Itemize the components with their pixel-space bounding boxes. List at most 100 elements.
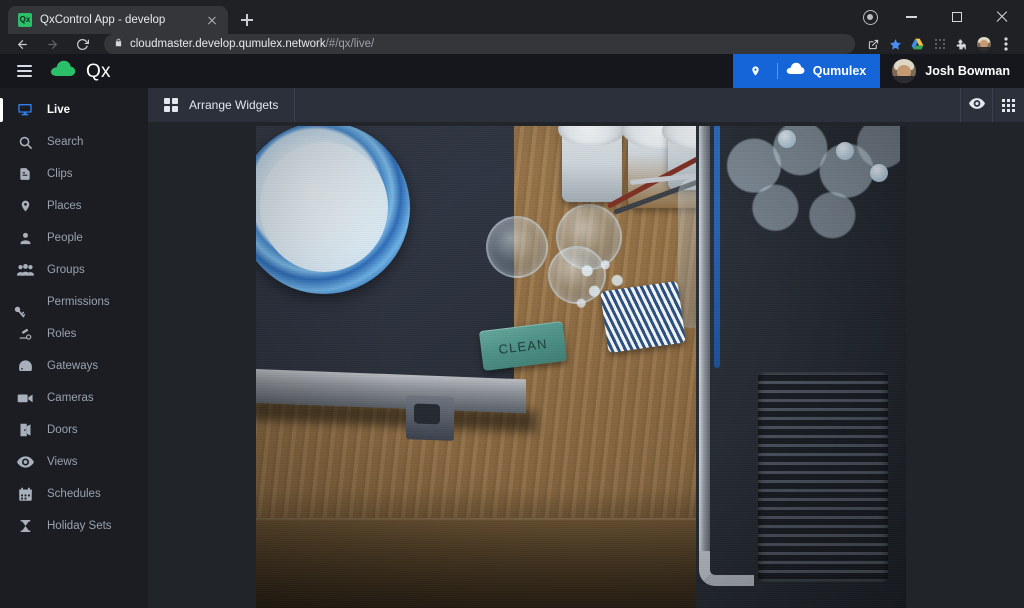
sidebar-item-places[interactable]: Places (0, 190, 148, 222)
forward-arrow-icon[interactable] (38, 34, 66, 54)
brand[interactable]: Qx (50, 60, 111, 82)
lock-icon (114, 35, 123, 53)
hamburger-menu-icon[interactable] (6, 54, 42, 88)
tab-title: QxControl App - develop (40, 14, 166, 26)
clip-file-icon (16, 166, 34, 182)
sidebar-item-gateways[interactable]: Gateways (0, 350, 148, 382)
sidebar-item-views[interactable]: Views (0, 446, 148, 478)
sidebar-item-search[interactable]: Search (0, 126, 148, 158)
app-header: Qx Qumulex Josh Bowman (0, 54, 1024, 88)
place-pin-icon (16, 198, 34, 214)
sidebar-item-label: Search (47, 136, 84, 148)
gateway-icon (16, 360, 34, 372)
groups-icon (16, 263, 34, 277)
hourglass-icon (16, 518, 34, 534)
sidebar-item-label: Live (47, 104, 71, 116)
sidebar-item-label: Views (47, 456, 78, 468)
omnibox-actions (863, 34, 1016, 54)
site-name: Qumulex (812, 64, 867, 78)
cloud-logo-icon (50, 60, 76, 82)
video-scanlines (256, 126, 906, 608)
door-icon (16, 422, 34, 438)
arrange-widgets-button[interactable]: Arrange Widgets (148, 88, 296, 122)
user-name: Josh Bowman (925, 64, 1010, 78)
sidebar-item-label: People (47, 232, 83, 244)
eye-icon (968, 96, 985, 114)
sidebar-item-live[interactable]: Live (0, 94, 148, 126)
grid-2x2-icon (164, 98, 178, 112)
widget-toolbar: Arrange Widgets (148, 88, 1024, 122)
window-controls (857, 0, 1024, 34)
reload-icon[interactable] (68, 34, 96, 54)
sidebar-item-groups[interactable]: Groups (0, 254, 148, 286)
app-body: Live Search Clips Places People Groups P… (0, 88, 1024, 608)
sidebar-item-doors[interactable]: Doors (0, 414, 148, 446)
profile-avatar-icon[interactable] (973, 34, 994, 54)
google-drive-icon[interactable] (907, 34, 928, 54)
calendar-icon (16, 487, 34, 502)
sidebar-item-label: Groups (47, 264, 85, 276)
tab-close-icon[interactable] (204, 12, 220, 28)
profile-circle-icon[interactable] (857, 4, 883, 30)
dotted-square-icon[interactable] (929, 34, 950, 54)
app-header-right: Qumulex Josh Bowman (732, 54, 1024, 88)
brand-text: Qx (86, 60, 111, 82)
browser-window: Qx QxControl App - develop cloudmaster.d… (0, 0, 1024, 608)
cloud-icon (786, 62, 805, 80)
tab-favicon-icon: Qx (18, 13, 32, 27)
tab-strip: Qx QxControl App - develop (0, 0, 1024, 34)
maximize-button[interactable] (934, 0, 979, 34)
divider (776, 63, 778, 79)
video-frame: CLEAN (256, 126, 906, 608)
site-selector[interactable]: Qumulex (732, 54, 881, 88)
roles-stamp-icon (16, 326, 34, 342)
sidebar: Live Search Clips Places People Groups P… (0, 88, 148, 608)
back-arrow-icon[interactable] (8, 34, 36, 54)
sidebar-item-label: Permissions (47, 296, 110, 308)
arrange-widgets-label: Arrange Widgets (189, 98, 279, 112)
share-popout-icon[interactable] (863, 34, 884, 54)
sidebar-item-label: Gateways (47, 360, 99, 372)
kebab-menu-icon[interactable] (995, 34, 1016, 54)
sidebar-item-people[interactable]: People (0, 222, 148, 254)
address-bar-row: cloudmaster.develop.qumulex.network/#/qx… (0, 34, 1024, 54)
location-pin-icon (743, 64, 769, 78)
search-icon (16, 135, 34, 150)
avatar (892, 59, 917, 83)
layout-grid-button[interactable] (992, 88, 1024, 122)
person-icon (16, 231, 34, 246)
preview-toggle-button[interactable] (960, 88, 992, 122)
url-text: cloudmaster.develop.qumulex.network/#/qx… (130, 38, 375, 50)
camera-icon (16, 392, 34, 404)
sidebar-item-permissions[interactable]: Permissions (0, 286, 148, 318)
key-icon (14, 294, 34, 318)
browser-tab[interactable]: Qx QxControl App - develop (8, 6, 228, 34)
sidebar-item-label: Holiday Sets (47, 520, 112, 532)
live-video-widget[interactable]: CLEAN (256, 126, 906, 608)
eye-icon (16, 456, 34, 468)
sidebar-item-holiday-sets[interactable]: Holiday Sets (0, 510, 148, 542)
url-input[interactable]: cloudmaster.develop.qumulex.network/#/qx… (104, 34, 855, 54)
bookmark-star-icon[interactable] (885, 34, 906, 54)
new-tab-button[interactable] (234, 7, 260, 33)
close-window-button[interactable] (979, 0, 1024, 34)
qx-application: Qx Qumulex Josh Bowman Live Search Clips… (0, 54, 1024, 608)
sidebar-item-label: Places (47, 200, 82, 212)
sidebar-item-clips[interactable]: Clips (0, 158, 148, 190)
grid-3x3-icon (1002, 98, 1015, 112)
sidebar-item-label: Schedules (47, 488, 101, 500)
user-menu[interactable]: Josh Bowman (880, 54, 1024, 88)
widget-toolbar-actions (960, 88, 1024, 122)
extensions-puzzle-icon[interactable] (951, 34, 972, 54)
sidebar-item-label: Cameras (47, 392, 94, 404)
sidebar-item-label: Roles (47, 328, 77, 340)
sidebar-item-cameras[interactable]: Cameras (0, 382, 148, 414)
widget-stage: CLEAN (148, 122, 1024, 608)
sidebar-item-roles[interactable]: Roles (0, 318, 148, 350)
monitor-icon (16, 102, 34, 118)
minimize-button[interactable] (889, 0, 934, 34)
content-area: Arrange Widgets (148, 88, 1024, 608)
sidebar-item-schedules[interactable]: Schedules (0, 478, 148, 510)
sidebar-item-label: Clips (47, 168, 73, 180)
sidebar-item-label: Doors (47, 424, 78, 436)
